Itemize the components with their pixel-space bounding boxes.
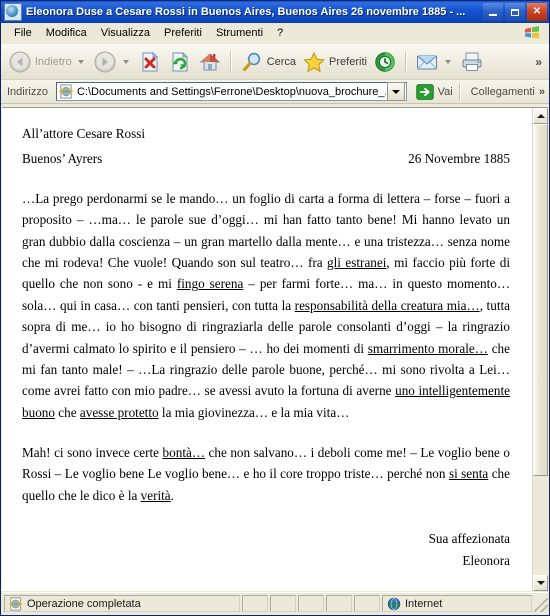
scroll-up-arrow-icon[interactable] <box>533 108 548 124</box>
letter-date: 26 Novembre 1885 <box>408 151 510 167</box>
underlined-phrase: bontà… <box>162 445 206 461</box>
windows-flag-icon <box>523 24 541 42</box>
signature-name: Eleonora <box>462 552 510 568</box>
history-clock-icon <box>375 51 395 72</box>
letter-place: Buenos’ Ayrers <box>22 151 103 167</box>
underlined-phrase: smarrimento morale… <box>367 340 488 356</box>
back-label: Indietro <box>35 55 72 68</box>
menu-item-visualizza[interactable]: Visualizza <box>94 25 157 41</box>
security-zone-label: Internet <box>405 597 443 610</box>
stop-page-icon <box>142 51 158 71</box>
menu-bar: File Modifica Visualizza Preferiti Strum… <box>1 23 549 44</box>
status-pane-3 <box>298 595 324 612</box>
printer-icon <box>462 52 482 71</box>
minimize-button[interactable] <box>483 3 503 21</box>
address-bar: Indirizzo C:\Documents and Settings\Ferr… <box>1 80 549 104</box>
status-pane-4 <box>326 595 352 612</box>
back-dropdown-icon[interactable] <box>77 59 84 64</box>
letter-paragraph-1: …La prego perdonarmi se le mando… un fog… <box>22 190 511 420</box>
letter-recipient: All’attore Cesare Rossi <box>22 126 146 141</box>
refresh-page-icon <box>172 51 188 71</box>
menu-item-help[interactable]: ? <box>270 25 290 41</box>
security-zone-pane[interactable]: Internet <box>382 595 532 612</box>
ie-document-icon <box>4 3 22 21</box>
mail-button[interactable] <box>412 47 457 77</box>
underlined-phrase: fingo serena <box>176 276 244 292</box>
menu-item-preferiti[interactable]: Preferiti <box>157 25 209 41</box>
status-pane-2 <box>270 595 296 612</box>
underlined-phrase: responsabilità della creatura mia… <box>294 297 480 313</box>
status-pane-1 <box>242 595 268 612</box>
address-label: Indirizzo <box>7 85 48 98</box>
links-button[interactable]: Collegamenti <box>467 86 535 98</box>
go-label: Vai <box>437 85 453 98</box>
address-separator <box>458 82 461 101</box>
letter-document: All’attore Cesare Rossi Buenos’ Ayrers 2… <box>2 108 532 591</box>
home-button[interactable] <box>195 47 225 77</box>
letter-place-date-row: Buenos’ Ayrers 26 Novembre 1885 <box>22 149 510 169</box>
letter-signature: Sua affezionata Eleonora <box>22 528 510 571</box>
status-bar: Operazione completata Internet <box>2 592 548 614</box>
underlined-phrase: si senta <box>448 466 489 482</box>
history-button[interactable] <box>370 47 400 77</box>
scroll-track[interactable] <box>533 124 548 575</box>
status-message: Operazione completata <box>27 597 141 610</box>
address-input[interactable]: C:\Documents and Settings\Ferrone\Deskto… <box>55 82 407 101</box>
ie-page-icon <box>9 596 22 611</box>
go-button[interactable]: Vai <box>411 82 453 102</box>
menu-item-file[interactable]: File <box>7 25 39 41</box>
star-icon <box>303 51 325 72</box>
navigation-toolbar: Indietro Cerca Preferiti » <box>1 44 549 80</box>
menu-item-modifica[interactable]: Modifica <box>39 25 94 41</box>
back-button[interactable]: Indietro <box>5 47 90 77</box>
window-controls: ✕ <box>483 3 547 21</box>
vertical-scroll-thumb[interactable] <box>533 124 548 476</box>
scroll-down-arrow-icon[interactable] <box>533 575 548 591</box>
stop-button[interactable] <box>135 47 165 77</box>
letter-paragraph-2: Mah! ci sono invece certe bontà… che non… <box>22 445 510 503</box>
forward-dropdown-icon[interactable] <box>122 59 129 64</box>
underlined-phrase: avesse protetto <box>79 404 159 420</box>
status-pane-5 <box>354 595 380 612</box>
maximize-button[interactable] <box>505 3 525 21</box>
favorites-label: Preferiti <box>329 55 367 68</box>
close-button[interactable]: ✕ <box>527 3 547 21</box>
status-message-pane: Operazione completata <box>4 595 240 612</box>
mail-dropdown-icon[interactable] <box>444 59 451 64</box>
magnifier-icon <box>242 52 260 71</box>
ie-page-icon <box>59 84 73 99</box>
print-button[interactable] <box>457 47 487 77</box>
arrow-left-icon <box>9 51 31 72</box>
favorites-button[interactable]: Preferiti <box>299 47 370 77</box>
search-label: Cerca <box>266 55 297 68</box>
underlined-phrase: gli estranei <box>327 255 387 271</box>
mail-envelope-icon <box>416 55 437 69</box>
address-value: C:\Documents and Settings\Ferrone\Deskto… <box>76 85 386 98</box>
green-arrow-go-icon <box>415 83 434 100</box>
toolbar-separator <box>229 50 232 73</box>
refresh-button[interactable] <box>165 47 195 77</box>
underlined-phrase: verità <box>140 487 171 503</box>
resize-grip[interactable] <box>534 598 548 612</box>
signature-closing: Sua affezionata <box>428 531 510 547</box>
home-icon <box>199 52 221 70</box>
chevron-down-icon[interactable] <box>386 82 405 101</box>
window-title: Eleonora Duse a Cesare Rossi in Buenos A… <box>26 6 466 18</box>
vertical-scrollbar[interactable] <box>532 108 548 591</box>
address-overflow-button[interactable]: » <box>539 86 545 98</box>
globe-icon <box>387 597 401 610</box>
toolbar-overflow-button[interactable]: » <box>535 55 545 69</box>
menu-item-strumenti[interactable]: Strumenti <box>209 25 270 41</box>
toolbar-separator-2 <box>404 50 407 73</box>
title-bar: Eleonora Duse a Cesare Rossi in Buenos A… <box>1 1 549 23</box>
browser-window: Eleonora Duse a Cesare Rossi in Buenos A… <box>0 0 550 616</box>
content-area: All’attore Cesare Rossi Buenos’ Ayrers 2… <box>2 107 548 591</box>
search-button[interactable]: Cerca <box>237 47 299 77</box>
forward-button[interactable] <box>90 47 135 77</box>
arrow-right-icon <box>94 51 116 72</box>
